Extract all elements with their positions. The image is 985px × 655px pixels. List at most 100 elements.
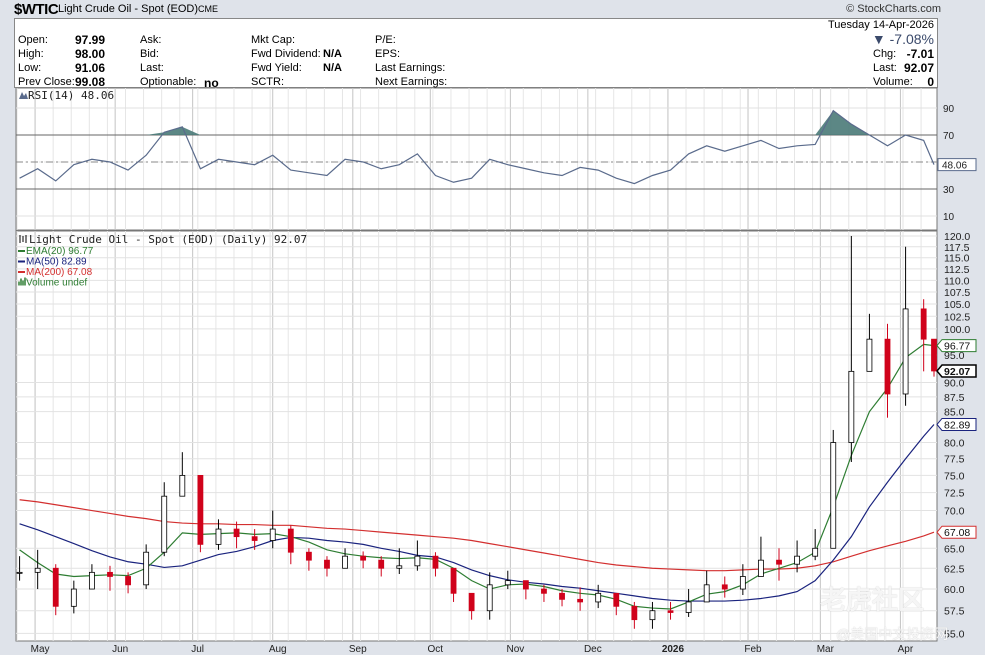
candle-body xyxy=(70,588,77,607)
candle-body xyxy=(486,584,493,612)
x-tick-label: Jul xyxy=(191,644,204,655)
x-tick-label: Dec xyxy=(584,644,602,655)
rsi-tick-label: 10 xyxy=(943,212,955,223)
y-tick-label: 107.5 xyxy=(944,287,970,299)
candle-body xyxy=(125,576,131,586)
y-tick-label: 105.0 xyxy=(944,299,970,311)
candle-body xyxy=(902,308,909,395)
y-tick-label: 62.5 xyxy=(944,563,965,575)
candle-body xyxy=(432,555,439,569)
candle-body xyxy=(703,584,710,603)
x-tick-label: 2026 xyxy=(662,644,685,655)
candle-body xyxy=(931,338,937,372)
x-tick-label: Aug xyxy=(269,644,287,655)
x-tick-label: Jun xyxy=(112,644,128,655)
legend-item: MA(200) 67.08 xyxy=(26,267,93,278)
rsi-title: RSI(14) 48.06 xyxy=(28,89,114,102)
candle-body xyxy=(342,555,348,569)
candle-body xyxy=(16,571,23,574)
candle-body xyxy=(215,528,222,545)
x-tick-label: May xyxy=(31,644,50,655)
rsi-panel xyxy=(15,87,938,231)
candle-body xyxy=(161,495,168,553)
x-tick-label: Apr xyxy=(898,644,914,655)
ma50-last-label: 82.89 xyxy=(944,419,970,431)
candle-body xyxy=(305,551,312,561)
candle-body xyxy=(34,567,41,573)
candle-body xyxy=(541,588,547,594)
y-tick-label: 65.0 xyxy=(944,543,965,555)
candle-body xyxy=(776,559,782,565)
candle-body xyxy=(179,475,186,497)
candle-body xyxy=(89,571,95,590)
candle-body xyxy=(920,308,927,340)
y-tick-label: 110.0 xyxy=(944,275,970,287)
y-tick-label: 115.0 xyxy=(944,253,970,265)
candle-body xyxy=(649,610,656,621)
candle-body xyxy=(830,442,837,549)
legend-item: MA(50) 82.89 xyxy=(26,257,87,268)
candle-body xyxy=(414,555,421,567)
candle-body xyxy=(360,555,367,561)
candle-body xyxy=(396,565,403,569)
y-tick-label: 57.5 xyxy=(944,606,965,618)
candle-body xyxy=(685,601,692,613)
candle-body xyxy=(848,370,855,443)
candle-body xyxy=(233,528,240,538)
candle-body xyxy=(794,555,800,565)
candle-body xyxy=(143,551,150,586)
rsi-last-value: 48.06 xyxy=(942,161,967,172)
candle-body xyxy=(559,592,565,600)
y-tick-label: 87.5 xyxy=(944,392,965,404)
y-tick-label: 102.5 xyxy=(944,311,970,323)
candle-body xyxy=(378,559,385,569)
legend-item: EMA(20) 96.77 xyxy=(26,246,94,257)
watermark-sub: @美国中文投资网 xyxy=(836,626,949,642)
candle-body xyxy=(504,580,511,586)
x-tick-label: Sep xyxy=(349,644,367,655)
price-title: Light Crude Oil - Spot (EOD) (Daily) 92.… xyxy=(29,233,307,246)
x-tick-label: Feb xyxy=(744,644,762,655)
candle-body xyxy=(758,559,764,577)
candle-body xyxy=(450,567,457,594)
candle-body xyxy=(287,528,294,553)
close-last-label: 92.07 xyxy=(944,366,970,378)
rsi-tick-label: 90 xyxy=(943,104,955,115)
candle-body xyxy=(595,592,602,603)
candle-body xyxy=(739,576,746,590)
x-tick-label: Mar xyxy=(817,644,835,655)
candle-body xyxy=(613,592,620,607)
rsi-tick-label: 70 xyxy=(943,131,955,142)
y-tick-label: 100.0 xyxy=(944,324,970,336)
candle-body xyxy=(884,338,891,395)
candle-body xyxy=(721,584,728,590)
candle-body xyxy=(324,559,330,569)
rsi-tick-label: 30 xyxy=(943,185,955,196)
candle-body xyxy=(631,605,638,621)
candle-body xyxy=(577,598,584,603)
candle-body xyxy=(667,610,674,613)
candle-body xyxy=(468,592,475,612)
y-tick-label: 60.0 xyxy=(944,584,965,596)
candle-body xyxy=(251,536,258,541)
y-tick-label: 75.0 xyxy=(944,470,965,482)
candle-body xyxy=(107,571,113,577)
x-tick-label: Nov xyxy=(506,644,524,655)
y-tick-label: 70.0 xyxy=(944,506,965,518)
y-tick-label: 72.5 xyxy=(944,488,965,500)
candle-body xyxy=(52,567,59,607)
candle-body xyxy=(866,338,873,372)
y-tick-label: 77.5 xyxy=(944,454,965,466)
ma200-last-label: 67.08 xyxy=(944,527,970,539)
candle-body xyxy=(269,528,276,541)
watermark-logo: 老虎社区 xyxy=(820,585,925,615)
candle-body xyxy=(197,475,204,545)
y-tick-label: 90.0 xyxy=(944,378,965,390)
legend-item: Volume undef xyxy=(26,278,87,289)
y-tick-label: 85.0 xyxy=(944,407,965,419)
ema20-last-label: 96.77 xyxy=(944,341,970,353)
y-tick-label: 112.5 xyxy=(944,264,970,276)
candle-body xyxy=(522,580,529,590)
x-tick-label: Oct xyxy=(428,644,444,655)
y-tick-label: 80.0 xyxy=(944,438,965,450)
